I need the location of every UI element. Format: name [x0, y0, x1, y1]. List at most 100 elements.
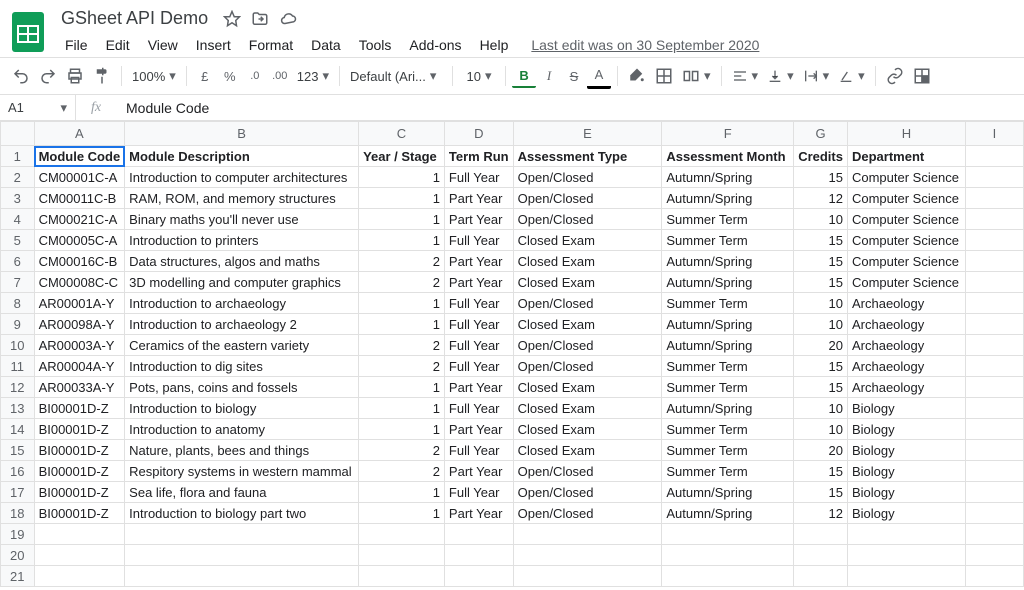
undo-button[interactable] [8, 63, 34, 89]
cell[interactable] [965, 293, 1023, 314]
row-header[interactable]: 17 [1, 482, 35, 503]
name-box[interactable]: A1▾ [0, 95, 76, 120]
cell[interactable]: 2 [359, 356, 445, 377]
star-icon[interactable] [223, 10, 241, 28]
redo-button[interactable] [35, 63, 61, 89]
cell[interactable]: Open/Closed [513, 461, 662, 482]
cell[interactable]: AR00004A-Y [34, 356, 125, 377]
menu-addons[interactable]: Add-ons [400, 33, 470, 57]
cell[interactable] [794, 524, 848, 545]
cell[interactable] [965, 461, 1023, 482]
cell[interactable]: 15 [794, 251, 848, 272]
formula-input[interactable]: Module Code [116, 100, 1024, 116]
cell[interactable] [965, 146, 1023, 167]
cell[interactable]: Introduction to archaeology [125, 293, 359, 314]
cell[interactable] [125, 545, 359, 566]
cell[interactable]: 15 [794, 272, 848, 293]
cell[interactable] [965, 566, 1023, 587]
zoom-select[interactable]: 100%▾ [128, 63, 180, 89]
cell[interactable] [794, 545, 848, 566]
cell[interactable]: Closed Exam [513, 440, 662, 461]
row-header[interactable]: 11 [1, 356, 35, 377]
cell[interactable]: 2 [359, 440, 445, 461]
cell[interactable] [847, 545, 965, 566]
cell[interactable]: Autumn/Spring [662, 167, 794, 188]
cell[interactable] [34, 545, 125, 566]
cell[interactable]: 1 [359, 293, 445, 314]
cell[interactable]: 10 [794, 293, 848, 314]
cell[interactable] [125, 566, 359, 587]
cell[interactable]: 20 [794, 440, 848, 461]
column-header[interactable]: C [359, 122, 445, 146]
column-header[interactable]: F [662, 122, 794, 146]
cell[interactable]: 1 [359, 209, 445, 230]
column-header[interactable]: H [847, 122, 965, 146]
menu-tools[interactable]: Tools [350, 33, 401, 57]
more-formats-select[interactable]: 123▾ [293, 63, 333, 89]
cell[interactable] [794, 566, 848, 587]
cell[interactable]: 15 [794, 461, 848, 482]
cell[interactable]: Open/Closed [513, 503, 662, 524]
cell[interactable]: 10 [794, 419, 848, 440]
cell[interactable] [965, 230, 1023, 251]
cell[interactable]: 2 [359, 272, 445, 293]
cell[interactable]: Full Year [444, 293, 513, 314]
cell[interactable]: 12 [794, 503, 848, 524]
row-header[interactable]: 21 [1, 566, 35, 587]
cell[interactable] [965, 377, 1023, 398]
cell[interactable] [965, 545, 1023, 566]
column-header[interactable]: A [34, 122, 125, 146]
decrease-decimal-button[interactable]: .0 [243, 63, 267, 89]
cell[interactable] [359, 524, 445, 545]
cell[interactable]: CM00016C-B [34, 251, 125, 272]
cell[interactable]: Computer Science [847, 251, 965, 272]
cell[interactable]: BI00001D-Z [34, 503, 125, 524]
cell[interactable] [444, 545, 513, 566]
cell[interactable]: Closed Exam [513, 377, 662, 398]
cell[interactable]: Summer Term [662, 461, 794, 482]
cell[interactable]: Autumn/Spring [662, 272, 794, 293]
horizontal-align-button[interactable]: ▾ [728, 63, 763, 89]
cell[interactable]: Biology [847, 461, 965, 482]
row-header[interactable]: 2 [1, 167, 35, 188]
row-header[interactable]: 12 [1, 377, 35, 398]
menu-data[interactable]: Data [302, 33, 350, 57]
cell[interactable]: BI00001D-Z [34, 461, 125, 482]
cell[interactable]: Full Year [444, 314, 513, 335]
cell[interactable]: Biology [847, 482, 965, 503]
cell[interactable]: Summer Term [662, 293, 794, 314]
cell[interactable] [965, 524, 1023, 545]
cell[interactable]: Introduction to anatomy [125, 419, 359, 440]
cell[interactable]: Autumn/Spring [662, 503, 794, 524]
cell[interactable]: Credits [794, 146, 848, 167]
cell[interactable]: Part Year [444, 461, 513, 482]
cell[interactable]: 10 [794, 209, 848, 230]
cell[interactable]: BI00001D-Z [34, 419, 125, 440]
cell[interactable]: 3D modelling and computer graphics [125, 272, 359, 293]
cell[interactable]: 15 [794, 377, 848, 398]
cell[interactable] [444, 524, 513, 545]
cell[interactable]: AR00003A-Y [34, 335, 125, 356]
row-header[interactable]: 20 [1, 545, 35, 566]
currency-button[interactable]: £ [193, 63, 217, 89]
cell[interactable]: BI00001D-Z [34, 398, 125, 419]
font-size-select[interactable]: 10▾ [459, 63, 499, 89]
cell[interactable]: 2 [359, 461, 445, 482]
cell[interactable]: Part Year [444, 377, 513, 398]
row-header[interactable]: 13 [1, 398, 35, 419]
percent-button[interactable]: % [218, 63, 242, 89]
cell[interactable]: AR00098A-Y [34, 314, 125, 335]
row-header[interactable]: 10 [1, 335, 35, 356]
cell[interactable]: Module Description [125, 146, 359, 167]
cell[interactable]: Open/Closed [513, 335, 662, 356]
cell[interactable] [662, 524, 794, 545]
cell[interactable] [34, 566, 125, 587]
cell[interactable]: Computer Science [847, 167, 965, 188]
increase-decimal-button[interactable]: .00 [268, 63, 292, 89]
cell[interactable]: Closed Exam [513, 272, 662, 293]
cell[interactable]: 1 [359, 314, 445, 335]
cell[interactable] [965, 188, 1023, 209]
cell[interactable]: Archaeology [847, 356, 965, 377]
vertical-align-button[interactable]: ▾ [763, 63, 798, 89]
cell[interactable]: Full Year [444, 230, 513, 251]
